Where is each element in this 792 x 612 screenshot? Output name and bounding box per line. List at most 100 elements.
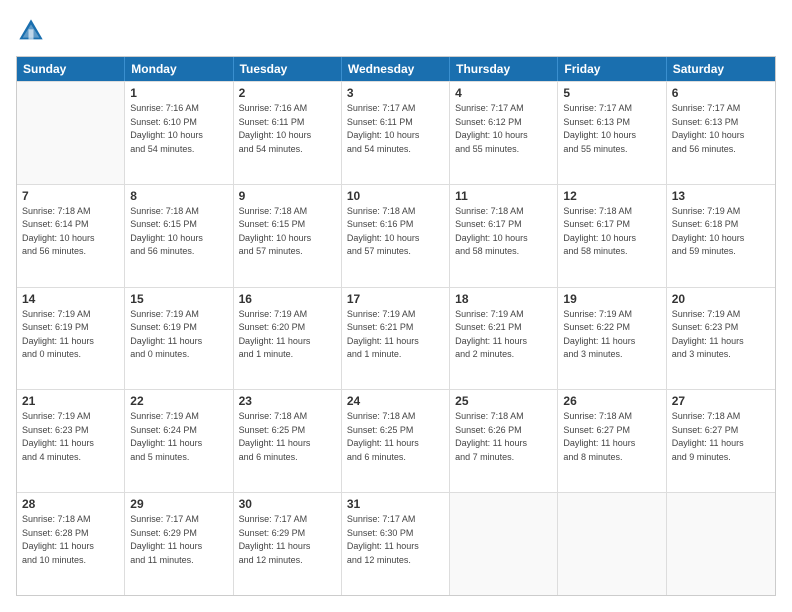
cal-cell-4-0: 28 Sunrise: 7:18 AM Sunset: 6:28 PM Dayli… bbox=[17, 493, 125, 595]
cal-cell-2-1: 15Sunrise: 7:19 AM Sunset: 6:19 PM Dayli… bbox=[125, 288, 233, 390]
cal-cell-4-6 bbox=[667, 493, 775, 595]
day-number: 10 bbox=[347, 189, 444, 203]
day-number: 4 bbox=[455, 86, 552, 100]
day-info: Sunrise: 7:18 AM Sunset: 6:28 PM Dayligh… bbox=[22, 513, 119, 567]
day-info: Sunrise: 7:18 AM Sunset: 6:27 PM Dayligh… bbox=[672, 410, 770, 464]
day-number: 31 bbox=[347, 497, 444, 511]
day-number: 27 bbox=[672, 394, 770, 408]
day-info: Sunrise: 7:16 AM Sunset: 6:11 PM Dayligh… bbox=[239, 102, 336, 156]
cal-cell-3-3: 24 Sunrise: 7:18 AM Sunset: 6:25 PM Dayli… bbox=[342, 390, 450, 492]
day-info: Sunrise: 7:17 AM Sunset: 6:29 PM Dayligh… bbox=[130, 513, 227, 567]
day-info: Sunrise: 7:17 AM Sunset: 6:13 PM Dayligh… bbox=[672, 102, 770, 156]
day-number: 24 bbox=[347, 394, 444, 408]
cal-row-2: 14 Sunrise: 7:19 AM Sunset: 6:19 PM Dayli… bbox=[17, 287, 775, 390]
day-number: 16 bbox=[239, 292, 336, 306]
cal-cell-4-2: 30Sunrise: 7:17 AM Sunset: 6:29 PM Dayli… bbox=[234, 493, 342, 595]
cal-cell-3-0: 21Sunrise: 7:19 AM Sunset: 6:23 PM Dayli… bbox=[17, 390, 125, 492]
day-number: 2 bbox=[239, 86, 336, 100]
day-info: Sunrise: 7:18 AM Sunset: 6:17 PM Dayligh… bbox=[563, 205, 660, 259]
cal-cell-4-3: 31 Sunrise: 7:17 AM Sunset: 6:30 PM Dayli… bbox=[342, 493, 450, 595]
day-info: Sunrise: 7:18 AM Sunset: 6:26 PM Dayligh… bbox=[455, 410, 552, 464]
cal-cell-0-2: 2 Sunrise: 7:16 AM Sunset: 6:11 PM Daylig… bbox=[234, 82, 342, 184]
day-info: Sunrise: 7:19 AM Sunset: 6:19 PM Dayligh… bbox=[22, 308, 119, 362]
day-number: 25 bbox=[455, 394, 552, 408]
cal-row-0: 1 Sunrise: 7:16 AM Sunset: 6:10 PM Daylig… bbox=[17, 81, 775, 184]
day-info: Sunrise: 7:19 AM Sunset: 6:21 PM Dayligh… bbox=[455, 308, 552, 362]
cal-cell-4-5 bbox=[558, 493, 666, 595]
day-number: 21 bbox=[22, 394, 119, 408]
day-number: 7 bbox=[22, 189, 119, 203]
day-number: 11 bbox=[455, 189, 552, 203]
day-info: Sunrise: 7:17 AM Sunset: 6:30 PM Dayligh… bbox=[347, 513, 444, 567]
day-number: 6 bbox=[672, 86, 770, 100]
cal-row-1: 7 Sunrise: 7:18 AM Sunset: 6:14 PM Daylig… bbox=[17, 184, 775, 287]
cal-cell-4-1: 29 Sunrise: 7:17 AM Sunset: 6:29 PM Dayli… bbox=[125, 493, 233, 595]
day-info: Sunrise: 7:19 AM Sunset: 6:23 PM Dayligh… bbox=[672, 308, 770, 362]
day-info: Sunrise: 7:18 AM Sunset: 6:16 PM Dayligh… bbox=[347, 205, 444, 259]
day-info: Sunrise: 7:18 AM Sunset: 6:25 PM Dayligh… bbox=[347, 410, 444, 464]
cal-cell-1-0: 7 Sunrise: 7:18 AM Sunset: 6:14 PM Daylig… bbox=[17, 185, 125, 287]
day-info: Sunrise: 7:17 AM Sunset: 6:13 PM Dayligh… bbox=[563, 102, 660, 156]
cal-cell-3-2: 23 Sunrise: 7:18 AM Sunset: 6:25 PM Dayli… bbox=[234, 390, 342, 492]
cal-cell-0-0 bbox=[17, 82, 125, 184]
cal-cell-0-5: 5Sunrise: 7:17 AM Sunset: 6:13 PM Daylig… bbox=[558, 82, 666, 184]
cal-cell-0-3: 3 Sunrise: 7:17 AM Sunset: 6:11 PM Daylig… bbox=[342, 82, 450, 184]
cal-cell-1-3: 10 Sunrise: 7:18 AM Sunset: 6:16 PM Dayli… bbox=[342, 185, 450, 287]
header-day-friday: Friday bbox=[558, 57, 666, 81]
cal-cell-3-5: 26Sunrise: 7:18 AM Sunset: 6:27 PM Dayli… bbox=[558, 390, 666, 492]
cal-cell-2-4: 18 Sunrise: 7:19 AM Sunset: 6:21 PM Dayli… bbox=[450, 288, 558, 390]
cal-cell-1-5: 12Sunrise: 7:18 AM Sunset: 6:17 PM Dayli… bbox=[558, 185, 666, 287]
day-info: Sunrise: 7:19 AM Sunset: 6:18 PM Dayligh… bbox=[672, 205, 770, 259]
day-number: 8 bbox=[130, 189, 227, 203]
day-info: Sunrise: 7:17 AM Sunset: 6:12 PM Dayligh… bbox=[455, 102, 552, 156]
day-number: 30 bbox=[239, 497, 336, 511]
day-number: 20 bbox=[672, 292, 770, 306]
day-number: 14 bbox=[22, 292, 119, 306]
day-info: Sunrise: 7:16 AM Sunset: 6:10 PM Dayligh… bbox=[130, 102, 227, 156]
cal-cell-0-1: 1 Sunrise: 7:16 AM Sunset: 6:10 PM Daylig… bbox=[125, 82, 233, 184]
day-number: 22 bbox=[130, 394, 227, 408]
cal-cell-1-6: 13 Sunrise: 7:19 AM Sunset: 6:18 PM Dayli… bbox=[667, 185, 775, 287]
day-number: 29 bbox=[130, 497, 227, 511]
logo bbox=[16, 16, 50, 46]
day-info: Sunrise: 7:19 AM Sunset: 6:21 PM Dayligh… bbox=[347, 308, 444, 362]
cal-cell-1-2: 9Sunrise: 7:18 AM Sunset: 6:15 PM Daylig… bbox=[234, 185, 342, 287]
header-day-saturday: Saturday bbox=[667, 57, 775, 81]
cal-cell-0-4: 4 Sunrise: 7:17 AM Sunset: 6:12 PM Daylig… bbox=[450, 82, 558, 184]
day-number: 23 bbox=[239, 394, 336, 408]
day-info: Sunrise: 7:18 AM Sunset: 6:15 PM Dayligh… bbox=[130, 205, 227, 259]
calendar-header: SundayMondayTuesdayWednesdayThursdayFrid… bbox=[17, 57, 775, 81]
day-number: 18 bbox=[455, 292, 552, 306]
day-info: Sunrise: 7:18 AM Sunset: 6:14 PM Dayligh… bbox=[22, 205, 119, 259]
header-day-monday: Monday bbox=[125, 57, 233, 81]
day-number: 1 bbox=[130, 86, 227, 100]
cal-cell-0-6: 6 Sunrise: 7:17 AM Sunset: 6:13 PM Daylig… bbox=[667, 82, 775, 184]
cal-cell-2-0: 14 Sunrise: 7:19 AM Sunset: 6:19 PM Dayli… bbox=[17, 288, 125, 390]
day-number: 19 bbox=[563, 292, 660, 306]
calendar: SundayMondayTuesdayWednesdayThursdayFrid… bbox=[16, 56, 776, 596]
cal-cell-1-1: 8 Sunrise: 7:18 AM Sunset: 6:15 PM Daylig… bbox=[125, 185, 233, 287]
header-day-thursday: Thursday bbox=[450, 57, 558, 81]
cal-row-4: 28 Sunrise: 7:18 AM Sunset: 6:28 PM Dayli… bbox=[17, 492, 775, 595]
header bbox=[16, 16, 776, 46]
cal-cell-3-1: 22 Sunrise: 7:19 AM Sunset: 6:24 PM Dayli… bbox=[125, 390, 233, 492]
day-number: 3 bbox=[347, 86, 444, 100]
day-number: 26 bbox=[563, 394, 660, 408]
day-number: 17 bbox=[347, 292, 444, 306]
day-info: Sunrise: 7:19 AM Sunset: 6:22 PM Dayligh… bbox=[563, 308, 660, 362]
day-info: Sunrise: 7:17 AM Sunset: 6:11 PM Dayligh… bbox=[347, 102, 444, 156]
header-day-wednesday: Wednesday bbox=[342, 57, 450, 81]
day-info: Sunrise: 7:18 AM Sunset: 6:25 PM Dayligh… bbox=[239, 410, 336, 464]
cal-cell-3-4: 25 Sunrise: 7:18 AM Sunset: 6:26 PM Dayli… bbox=[450, 390, 558, 492]
day-number: 28 bbox=[22, 497, 119, 511]
day-info: Sunrise: 7:19 AM Sunset: 6:24 PM Dayligh… bbox=[130, 410, 227, 464]
cal-cell-1-4: 11Sunrise: 7:18 AM Sunset: 6:17 PM Dayli… bbox=[450, 185, 558, 287]
day-info: Sunrise: 7:18 AM Sunset: 6:15 PM Dayligh… bbox=[239, 205, 336, 259]
cal-row-3: 21Sunrise: 7:19 AM Sunset: 6:23 PM Dayli… bbox=[17, 389, 775, 492]
cal-cell-2-6: 20 Sunrise: 7:19 AM Sunset: 6:23 PM Dayli… bbox=[667, 288, 775, 390]
day-number: 15 bbox=[130, 292, 227, 306]
day-number: 13 bbox=[672, 189, 770, 203]
page: SundayMondayTuesdayWednesdayThursdayFrid… bbox=[0, 0, 792, 612]
header-day-sunday: Sunday bbox=[17, 57, 125, 81]
calendar-body: 1 Sunrise: 7:16 AM Sunset: 6:10 PM Daylig… bbox=[17, 81, 775, 595]
